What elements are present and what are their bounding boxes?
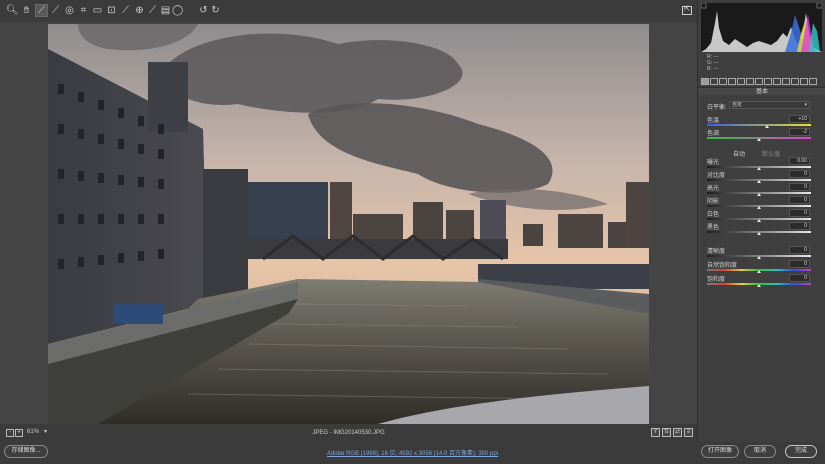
adjustment-brush-icon[interactable]: ⟋ [147,5,158,16]
whites-label: 白色 [707,212,720,218]
tab-snapshots-icon[interactable] [782,78,790,85]
clarity-field[interactable]: 0 [789,246,810,254]
vibrance-label: 自然饱和度 [707,263,738,269]
tab-fx-icon[interactable] [791,78,799,85]
hand-tool-icon[interactable]: ✋︎ [21,5,32,16]
tab-effects-icon[interactable] [755,78,763,85]
radial-filter-icon[interactable]: ◯ [172,5,183,16]
tint-slider-thumb[interactable] [757,138,761,141]
tab-split-toning-icon[interactable] [737,78,745,85]
whites-slider-thumb[interactable] [757,219,761,222]
highlights-slider-thumb[interactable] [757,193,761,196]
chevron-down-icon: ▾ [804,102,807,108]
graduated-filter-icon[interactable]: ▤ [160,5,171,16]
vibrance-slider-thumb[interactable] [757,270,761,273]
blue-readout: B: --- [707,66,719,72]
contrast-label: 对比度 [707,173,726,179]
saturation-slider-thumb[interactable] [757,284,761,287]
preview-area [0,22,697,424]
rotate-left-icon[interactable]: ↺ [198,5,209,16]
blacks-slider-thumb[interactable] [757,232,761,235]
shadows-label: 阴影 [707,199,720,205]
straighten-tool-icon[interactable]: ▭ [92,5,103,16]
spot-removal-tool-icon[interactable]: ⟋ [120,5,131,16]
histogram [700,2,823,52]
status-strip: - + 61% ▾ JPEG - IMG20140530.JPG Y ⇅ ⇄ ≡ [0,426,697,440]
clarity-slider-thumb[interactable] [757,256,761,259]
highlights-field[interactable]: 0 [789,183,810,191]
shadows-field[interactable]: 0 [789,196,810,204]
transform-tool-icon[interactable]: ⊡ [106,5,117,16]
before-after-icon[interactable]: ⇅ [662,428,671,437]
saturation-label: 饱和度 [707,277,726,283]
tab-hsl-icon[interactable] [728,78,736,85]
swap-settings-icon[interactable]: ⇄ [673,428,682,437]
histogram-graph [700,2,823,52]
tab-camera-calibration-icon[interactable] [764,78,772,85]
preview-settings-icon[interactable]: ≡ [684,428,693,437]
tint-label: 色调 [707,131,720,137]
color-sampler-tool-icon[interactable]: ⟋ [50,5,61,16]
tab-tone-curve-icon[interactable] [710,78,718,85]
section-title-basic: 基本 [698,87,825,95]
tab-detail-icon[interactable] [719,78,727,85]
white-balance-label: 白平衡: [707,105,727,111]
file-name: JPEG - IMG20140530.JPG [312,430,385,436]
temperature-label: 色温 [707,118,720,124]
whites-field[interactable]: 0 [789,209,810,217]
shadows-slider-thumb[interactable] [757,206,761,209]
done-button[interactable]: 完成 [785,445,817,458]
exposure-label: 曝光 [707,160,720,166]
white-balance-select[interactable]: 自定 ▾ [729,101,810,109]
white-balance-tool-icon[interactable]: ⟋ [35,4,48,17]
tab-basic-icon[interactable] [701,78,709,85]
targeted-adjustment-tool-icon[interactable]: ◎ [64,5,75,16]
auto-link[interactable]: 自动 [733,149,745,158]
tab-calibration-icon[interactable] [800,78,808,85]
camera-raw-window: 🔍︎ ✋︎ ⟋ ⟋ ◎ ⌗ ▭ ⊡ ⟋ ⊕ ⟋ ▤ ◯ ↺ ↻ ⇱ - + 61… [0,0,825,464]
vibrance-field[interactable]: 0 [789,260,810,268]
city-river-photo [48,24,649,424]
bottom-bar: 存储图像... Adobe RGB (1998); 16 位; 4592 x 3… [0,442,825,464]
view-mode-y-icon[interactable]: Y [651,428,660,437]
tab-menu-icon[interactable] [809,78,817,85]
white-balance-value: 自定 [732,102,743,108]
crop-tool-icon[interactable]: ⌗ [78,5,89,16]
default-link[interactable]: 默认值 [762,149,780,158]
temperature-field[interactable]: +10 [789,115,810,123]
tab-lens-icon[interactable] [746,78,754,85]
highlights-label: 高光 [707,186,720,192]
exposure-field[interactable]: 0.00 [789,157,810,165]
photo-preview[interactable] [48,24,649,424]
contrast-field[interactable]: 0 [789,170,810,178]
temperature-slider[interactable] [707,124,811,126]
blacks-field[interactable]: 0 [789,222,810,230]
cancel-button[interactable]: 取消 [744,445,776,458]
tab-presets-icon[interactable] [773,78,781,85]
clarity-label: 清晰度 [707,249,726,255]
fullscreen-icon[interactable]: ⇱ [682,6,692,15]
adjustment-panel: R: --- G: --- B: --- 基本 白平衡: 自定 ▾ 色温 +10… [697,0,825,442]
tool-bar: 🔍︎ ✋︎ ⟋ ⟋ ◎ ⌗ ▭ ⊡ ⟋ ⊕ ⟋ ▤ ◯ ↺ ↻ ⇱ [0,0,697,22]
blacks-label: 黑色 [707,225,720,231]
saturation-field[interactable]: 0 [789,274,810,282]
red-eye-tool-icon[interactable]: ⊕ [134,5,145,16]
temperature-slider-thumb[interactable] [765,125,769,128]
tint-field[interactable]: -2 [789,128,810,136]
panel-tabs [699,77,825,86]
open-image-button[interactable]: 打开图像 [701,445,739,458]
rotate-right-icon[interactable]: ↻ [210,5,221,16]
rgb-readout: R: --- G: --- B: --- [707,54,719,72]
zoom-tool-icon[interactable]: 🔍︎ [6,5,19,16]
exposure-slider-thumb[interactable] [757,167,761,170]
contrast-slider-thumb[interactable] [757,180,761,183]
